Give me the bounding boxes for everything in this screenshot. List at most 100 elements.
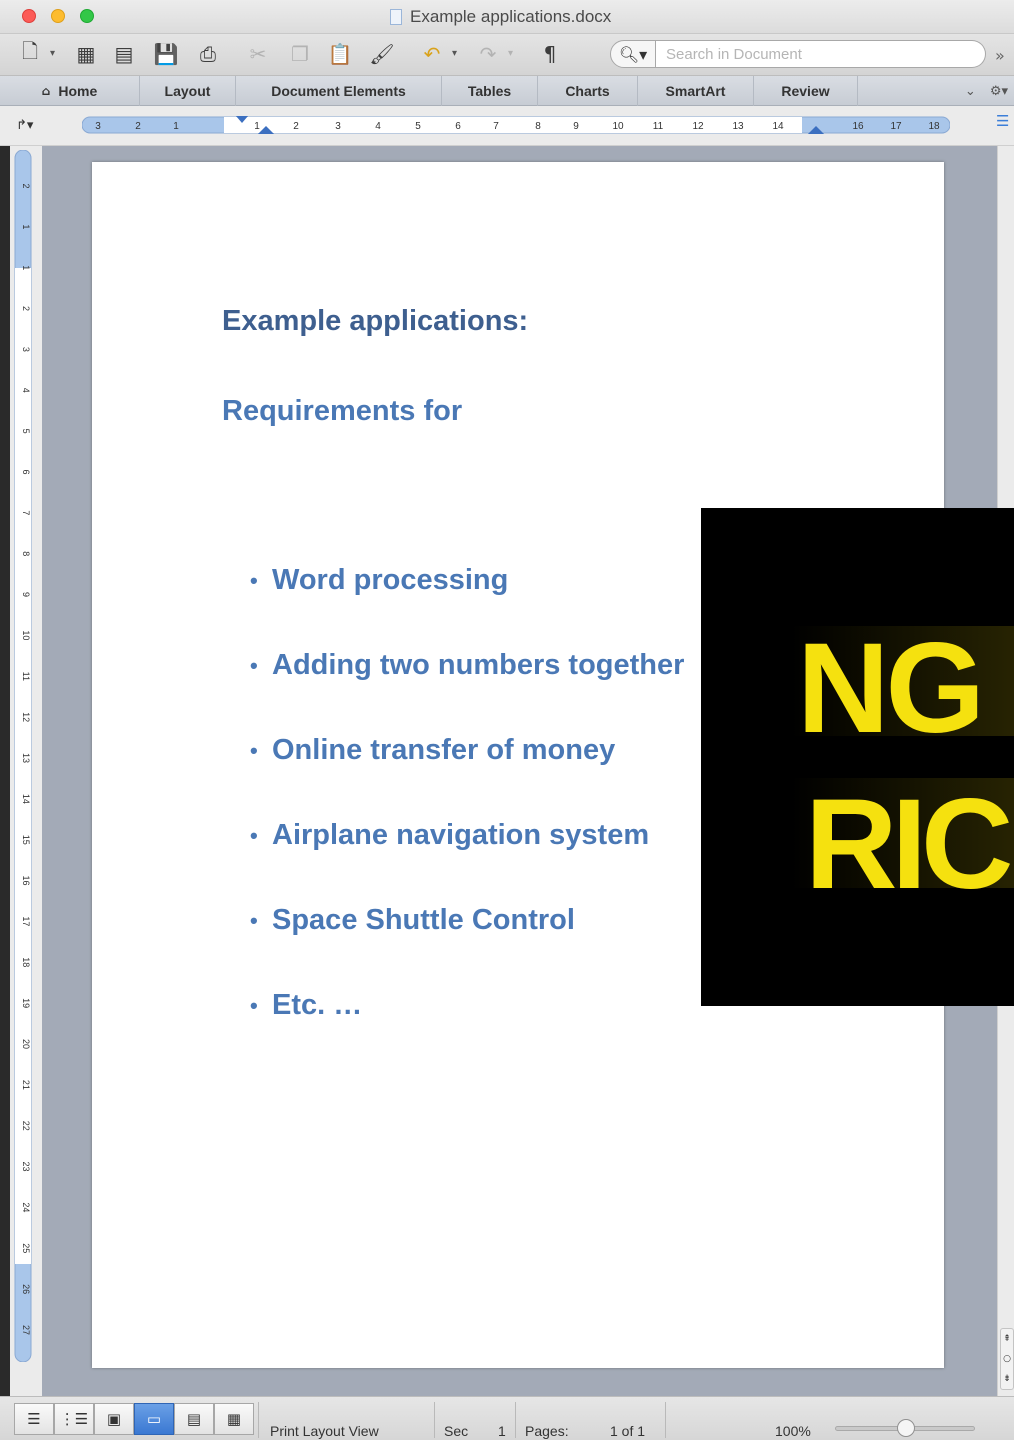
publishing-view-icon[interactable]: ▣ <box>94 1403 134 1435</box>
open-icon[interactable]: ▤ <box>110 40 138 68</box>
close-window-button[interactable] <box>22 9 36 23</box>
cut-icon[interactable]: ✂ <box>244 40 272 68</box>
toolbar-overflow-icon[interactable]: » <box>995 46 1005 65</box>
ruler-tick-label: 7 <box>493 121 499 132</box>
standard-toolbar: 🗋 ▾ ▦ ▤ 💾 ⎙ ✂ ❐ 📋 🖌 ↶ ▾ ↷ ▾ ¶ 🔍︎▾ » <box>0 34 1014 76</box>
ruler-tick-label: 16 <box>852 121 864 132</box>
vertical-ruler[interactable]: 2112345678910111213141516171819202122232… <box>13 150 33 1362</box>
ruler-tick-label: 13 <box>732 121 744 132</box>
ruler-tick-label: 9 <box>21 592 31 597</box>
list-item: • Word processing <box>250 564 684 649</box>
notebook-view-icon[interactable]: ▤ <box>174 1403 214 1435</box>
ruler-tick-label: 7 <box>21 510 31 515</box>
draft-view-icon[interactable]: ☰ <box>14 1403 54 1435</box>
search-input[interactable] <box>656 40 986 68</box>
tab-stop-selector-icon[interactable]: ↱▾ <box>16 118 33 133</box>
ruler-tick-label: 18 <box>928 121 940 132</box>
tab-charts[interactable]: Charts <box>538 76 638 106</box>
ruler-tick-label: 19 <box>21 998 31 1008</box>
status-divider <box>434 1402 435 1438</box>
document-file-icon <box>390 9 402 25</box>
ruler-tick-label: 9 <box>573 121 579 132</box>
search-icon[interactable]: 🔍︎▾ <box>610 40 656 68</box>
ruler-tick-label: 1 <box>21 265 31 270</box>
list-item-text: Online transfer of money <box>272 734 616 766</box>
list-item: • Etc. … <box>250 989 684 1074</box>
minimize-window-button[interactable] <box>51 9 65 23</box>
list-item: • Airplane navigation system <box>250 819 684 904</box>
ruler-options-icon[interactable]: ☰ <box>996 112 1009 130</box>
print-layout-view-icon[interactable]: ▭ <box>134 1403 174 1435</box>
zoom-slider-handle[interactable] <box>897 1419 915 1437</box>
pilcrow-icon[interactable]: ¶ <box>536 40 564 68</box>
ribbon-tabs: ⌂ Home Layout Document Elements Tables C… <box>0 76 1014 106</box>
focus-view-icon[interactable]: ▦ <box>214 1403 254 1435</box>
templates-icon[interactable]: ▦ <box>72 40 100 68</box>
list-item-text: Word processing <box>272 564 509 596</box>
pages-value: 1 of 1 <box>610 1423 646 1439</box>
zoom-window-button[interactable] <box>80 9 94 23</box>
ruler-tick-label: 4 <box>375 121 381 132</box>
window-title: Example applications.docx <box>390 7 611 27</box>
undo-dropdown-icon[interactable]: ▾ <box>452 48 457 59</box>
redo-icon[interactable]: ↷ <box>474 40 502 68</box>
ruler-tick-label: 11 <box>653 121 664 132</box>
pages-label: Pages: <box>525 1423 569 1439</box>
tab-charts-label: Charts <box>565 83 610 99</box>
window-left-edge <box>0 0 10 1440</box>
ruler-tick-label: 22 <box>21 1121 31 1131</box>
gear-icon[interactable]: ⚙▾ <box>990 84 1008 99</box>
list-item-text: Adding two numbers together <box>272 649 685 681</box>
save-icon[interactable]: 💾 <box>152 40 180 68</box>
horizontal-ruler[interactable]: 3 2 1 1 2 3 4 5 6 7 8 9 10 11 12 13 14 16 17 18 <box>82 114 950 136</box>
document-subheading: Requirements for <box>222 395 463 427</box>
ruler-tick-label: 8 <box>21 551 31 556</box>
ruler-tick-label: 2 <box>135 121 141 132</box>
ruler-tick-label: 17 <box>890 121 902 132</box>
ruler-tick-label: 3 <box>95 121 101 132</box>
list-item: • Space Shuttle Control <box>250 904 684 989</box>
tab-document-elements[interactable]: Document Elements <box>236 76 442 106</box>
redo-dropdown-icon[interactable]: ▾ <box>508 48 513 59</box>
outline-view-icon[interactable]: ⋮☰ <box>54 1403 94 1435</box>
ruler-tick-label: 3 <box>335 121 341 132</box>
ruler-tick-label: 11 <box>21 672 31 681</box>
new-document-dropdown-icon[interactable]: ▾ <box>50 48 55 59</box>
bullet-icon: • <box>250 908 258 933</box>
copy-icon[interactable]: ❐ <box>286 40 314 68</box>
ruler-tick-label: 2 <box>293 121 299 132</box>
collapse-ribbon-icon[interactable]: ⌄ <box>965 84 976 99</box>
bullet-list: • Word processing • Adding two numbers tog… <box>250 564 684 1074</box>
ruler-tick-label: 2 <box>21 183 31 188</box>
ruler-tick-label: 10 <box>612 121 624 132</box>
ruler-tick-label: 27 <box>21 1325 31 1335</box>
tab-layout[interactable]: Layout <box>140 76 236 106</box>
tab-smartart[interactable]: SmartArt <box>638 76 754 106</box>
list-item-text: Space Shuttle Control <box>272 904 575 936</box>
previous-page-icon[interactable]: ⇞ <box>1003 1334 1011 1344</box>
ruler-tick-label: 15 <box>21 835 31 845</box>
ruler-tick-label: 13 <box>21 753 31 763</box>
tab-tables[interactable]: Tables <box>442 76 538 106</box>
view-buttons: ☰ ⋮☰ ▣ ▭ ▤ ▦ <box>14 1403 254 1435</box>
tab-home[interactable]: ⌂ Home <box>0 76 140 106</box>
next-page-icon[interactable]: ⇟ <box>1003 1374 1011 1384</box>
window-title-text: Example applications.docx <box>410 7 612 26</box>
tab-review[interactable]: Review <box>754 76 858 106</box>
ruler-tick-label: 26 <box>21 1284 31 1294</box>
format-painter-icon[interactable]: 🖌 <box>368 40 396 68</box>
ruler-tick-label: 1 <box>173 121 179 132</box>
list-item: • Online transfer of money <box>250 734 684 819</box>
ruler-tick-label: 16 <box>21 876 31 886</box>
undo-icon[interactable]: ↶ <box>418 40 446 68</box>
ruler-tick-label: 1 <box>254 121 260 132</box>
ribbon-controls: ⌄ ⚙▾ <box>965 76 1014 106</box>
ruler-tick-label: 25 <box>21 1243 31 1253</box>
new-document-icon[interactable]: 🗋 <box>16 39 44 68</box>
section-value: 1 <box>498 1423 506 1439</box>
ruler-tick-label: 18 <box>21 957 31 967</box>
home-icon: ⌂ <box>41 84 51 98</box>
paste-icon[interactable]: 📋 <box>326 40 354 68</box>
print-icon[interactable]: ⎙ <box>194 40 222 68</box>
browse-object-icon[interactable]: ○ <box>1003 1354 1011 1364</box>
